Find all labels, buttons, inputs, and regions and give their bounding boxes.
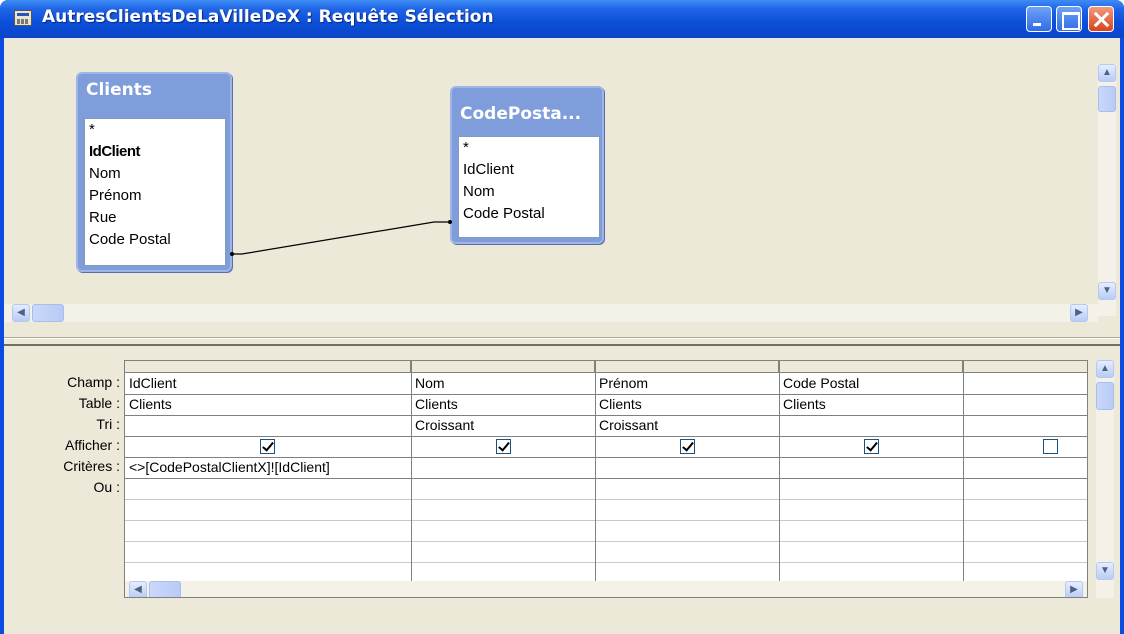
grid-line xyxy=(125,541,1087,542)
minimize-button[interactable] xyxy=(1026,6,1052,32)
maximize-button[interactable] xyxy=(1056,6,1082,32)
table-pane[interactable]: Clients * IdClient Nom Prénom Rue Code P… xyxy=(4,38,1120,338)
champ-cell[interactable]: Prénom xyxy=(595,373,779,394)
scroll-up-icon[interactable]: ▲ xyxy=(1098,64,1116,82)
query-icon[interactable] xyxy=(14,10,32,26)
tri-cell[interactable]: Croissant xyxy=(595,415,779,436)
grid-line xyxy=(125,436,1087,437)
tri-cell[interactable] xyxy=(963,415,1087,436)
scroll-right-icon[interactable]: ▶ xyxy=(1065,581,1083,597)
grid-line xyxy=(125,499,1087,500)
tri-cell[interactable]: Croissant xyxy=(411,415,595,436)
scroll-down-icon[interactable]: ▼ xyxy=(1096,562,1114,580)
scroll-up-icon[interactable]: ▲ xyxy=(1096,360,1114,378)
champ-cell[interactable] xyxy=(963,373,1087,394)
tri-cell[interactable] xyxy=(125,415,411,436)
champ-cell[interactable]: Code Postal xyxy=(779,373,963,394)
column-selector[interactable] xyxy=(411,361,595,373)
table-cell[interactable]: Clients xyxy=(595,394,779,415)
scroll-down-icon[interactable]: ▼ xyxy=(1098,282,1116,300)
grid-vertical-scrollbar[interactable]: ▲ ▼ xyxy=(1096,360,1114,598)
afficher-checkbox[interactable] xyxy=(680,439,695,454)
grid-line xyxy=(125,478,1087,479)
row-label-champ: Champ : xyxy=(67,374,120,390)
scroll-left-icon[interactable]: ◀ xyxy=(129,581,147,597)
afficher-checkbox[interactable] xyxy=(1043,439,1058,454)
grid-horizontal-scrollbar[interactable]: ◀ ▶ xyxy=(125,581,1087,597)
row-label-ou: Ou : xyxy=(93,479,120,495)
grid-line xyxy=(125,520,1087,521)
afficher-checkbox[interactable] xyxy=(864,439,879,454)
column-selector[interactable] xyxy=(779,361,963,373)
scroll-thumb[interactable] xyxy=(1096,382,1114,410)
design-grid-pane: Champ : Table : Tri : Afficher : Critère… xyxy=(4,348,1120,634)
table-cell[interactable]: Clients xyxy=(779,394,963,415)
close-button[interactable] xyxy=(1088,6,1114,32)
scroll-thumb[interactable] xyxy=(32,304,64,322)
criteres-cell[interactable] xyxy=(779,457,963,478)
pane-splitter[interactable] xyxy=(4,338,1120,346)
afficher-checkbox[interactable] xyxy=(260,439,275,454)
query-design-grid[interactable]: IdClient Clients <>[CodePostalClientX]![… xyxy=(124,360,1088,598)
row-label-criteres: Critères : xyxy=(63,458,120,474)
column-selector[interactable] xyxy=(125,361,411,373)
tri-cell[interactable] xyxy=(779,415,963,436)
row-label-tri: Tri : xyxy=(96,416,120,432)
afficher-checkbox[interactable] xyxy=(496,439,511,454)
criteres-cell[interactable] xyxy=(411,457,595,478)
row-label-table: Table : xyxy=(78,395,120,411)
criteres-cell[interactable]: <>[CodePostalClientX]![IdClient] xyxy=(125,457,411,478)
window-client-area: Clients * IdClient Nom Prénom Rue Code P… xyxy=(4,38,1120,634)
champ-cell[interactable]: IdClient xyxy=(125,373,411,394)
column-selector[interactable] xyxy=(963,361,1087,373)
window-title: AutresClientsDeLaVilleDeX : Requête Séle… xyxy=(42,7,494,27)
title-bar[interactable]: AutresClientsDeLaVilleDeX : Requête Séle… xyxy=(0,0,1124,38)
column-selector[interactable] xyxy=(595,361,779,373)
scroll-left-icon[interactable]: ◀ xyxy=(12,304,30,322)
query-window: AutresClientsDeLaVilleDeX : Requête Séle… xyxy=(0,0,1124,634)
vertical-scrollbar[interactable]: ▲ ▼ xyxy=(1098,64,1116,316)
champ-cell[interactable]: Nom xyxy=(411,373,595,394)
table-cell[interactable]: Clients xyxy=(125,394,411,415)
table-cell[interactable]: Clients xyxy=(411,394,595,415)
row-labels: Champ : Table : Tri : Afficher : Critère… xyxy=(4,372,122,498)
criteres-cell[interactable] xyxy=(963,457,1087,478)
scroll-right-icon[interactable]: ▶ xyxy=(1070,304,1088,322)
criteres-cell[interactable] xyxy=(595,457,779,478)
scroll-thumb[interactable] xyxy=(1098,86,1116,112)
horizontal-scrollbar[interactable]: ◀ ▶ xyxy=(4,304,1098,322)
row-label-afficher: Afficher : xyxy=(65,437,120,453)
grid-line xyxy=(125,562,1087,563)
table-cell[interactable] xyxy=(963,394,1087,415)
scroll-thumb[interactable] xyxy=(149,581,181,597)
join-line[interactable] xyxy=(4,38,1120,338)
